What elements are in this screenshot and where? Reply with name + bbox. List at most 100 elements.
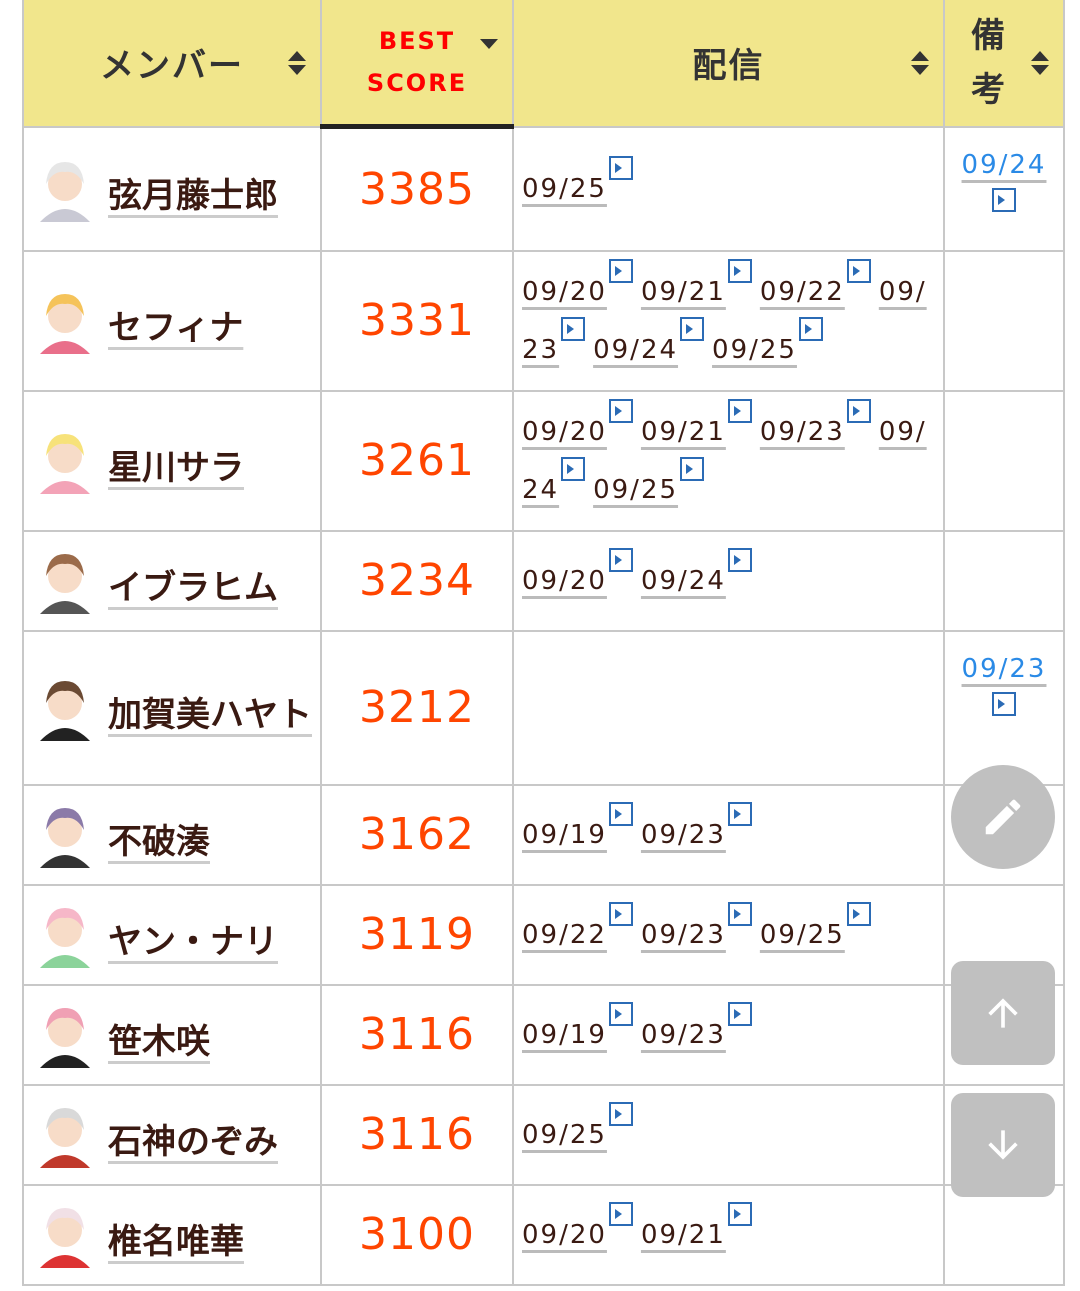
stream-date-link[interactable]: 09/20 [522, 417, 607, 447]
note-cell: 09/24 [943, 125, 1065, 252]
member-name-link[interactable]: 星川サラ [108, 442, 244, 494]
member-name-link[interactable]: イブラヒム [108, 562, 278, 614]
external-link-icon[interactable] [608, 547, 633, 572]
stream-date-link[interactable]: 09/19 [522, 1020, 607, 1050]
external-link-icon[interactable] [608, 901, 633, 926]
external-link-icon[interactable] [846, 398, 871, 423]
external-link-icon[interactable] [727, 801, 752, 826]
avatar [32, 155, 98, 222]
stream-date-link[interactable]: 09/25 [760, 920, 845, 950]
arrow-down-icon [988, 1130, 1018, 1160]
external-link-icon[interactable] [846, 901, 871, 926]
score-cell: 3331 [320, 249, 514, 392]
note-cell [943, 529, 1065, 632]
stream-cell: 09/20 09/24 [512, 529, 945, 632]
stream-date-link[interactable]: 09/19 [522, 820, 607, 850]
score-cell: 3261 [320, 389, 514, 532]
member-cell: セフィナ [22, 249, 322, 392]
external-link-icon[interactable] [608, 1101, 633, 1126]
external-link-icon[interactable] [680, 456, 705, 481]
stream-date-link[interactable]: 09/20 [522, 277, 607, 307]
external-link-icon[interactable] [608, 398, 633, 423]
stream-date-link[interactable]: 09/20 [522, 566, 607, 596]
external-link-icon[interactable] [727, 1001, 752, 1026]
member-name-link[interactable]: 弦月藤士郎 [108, 170, 278, 222]
external-link-icon[interactable] [846, 258, 871, 283]
stream-cell: 09/25 [512, 1083, 945, 1186]
member-cell: 不破湊 [22, 783, 322, 886]
external-link-icon[interactable] [727, 547, 752, 572]
stream-date-link[interactable]: 09/21 [641, 417, 726, 447]
score-cell: 3119 [320, 883, 514, 986]
stream-date-link[interactable]: 09/23 [760, 417, 845, 447]
stream-date-link[interactable]: 09/21 [641, 1220, 726, 1250]
stream-date-link[interactable]: 09/21 [641, 277, 726, 307]
external-link-icon[interactable] [992, 187, 1016, 212]
external-link-icon[interactable] [608, 258, 633, 283]
external-link-icon[interactable] [727, 398, 752, 423]
external-link-icon[interactable] [561, 316, 586, 341]
external-link-icon[interactable] [727, 901, 752, 926]
stream-date-link[interactable]: 09/25 [522, 1120, 607, 1150]
stream-date-link[interactable]: 09/24 [641, 566, 726, 596]
note-cell [943, 1183, 1065, 1286]
stream-cell: 09/20 09/21 09/22 09/23 09/24 09/25 [512, 249, 945, 392]
stream-date-link[interactable]: 09/24 [593, 335, 678, 365]
note-date-link[interactable]: 09/23 [962, 654, 1047, 684]
sort-icon[interactable] [1031, 50, 1049, 75]
table-row: セフィナ 3331 09/20 09/21 09/22 09/23 09/24 09/25 [22, 249, 1065, 392]
member-cell: 加賀美ハヤト [22, 629, 322, 786]
table-row: 椎名唯華 3100 09/20 09/21 [22, 1183, 1065, 1286]
sort-desc-icon[interactable] [480, 39, 498, 49]
external-link-icon[interactable] [608, 801, 633, 826]
stream-date-link[interactable]: 09/20 [522, 1220, 607, 1250]
member-name-link[interactable]: 笹木咲 [108, 1016, 210, 1068]
external-link-icon[interactable] [561, 456, 586, 481]
stream-cell: 09/20 09/21 09/23 09/24 09/25 [512, 389, 945, 532]
avatar [32, 801, 98, 868]
note-date-link[interactable]: 09/24 [962, 150, 1047, 180]
stream-date-link[interactable]: 09/23 [641, 1020, 726, 1050]
external-link-icon[interactable] [680, 316, 705, 341]
stream-cell: 09/19 09/23 [512, 783, 945, 886]
column-header-best-score[interactable]: BEST SCORE [320, 0, 514, 129]
edit-button[interactable] [951, 765, 1055, 869]
external-link-icon[interactable] [608, 155, 633, 180]
member-name-link[interactable]: 不破湊 [108, 816, 210, 868]
scroll-up-button[interactable] [951, 961, 1055, 1065]
stream-date-link[interactable]: 09/25 [522, 174, 607, 204]
stream-date-link[interactable]: 09/23 [641, 820, 726, 850]
avatar [32, 901, 98, 968]
column-header-note[interactable]: 備考 [943, 0, 1065, 128]
stream-header-label: 配信 [692, 46, 765, 87]
external-link-icon[interactable] [727, 1201, 752, 1226]
score-cell: 3212 [320, 629, 514, 786]
sort-icon[interactable] [911, 50, 929, 75]
stream-cell: 09/22 09/23 09/25 [512, 883, 945, 986]
member-header-label: メンバー [100, 46, 244, 87]
member-name-link[interactable]: ヤン・ナリ [108, 916, 278, 968]
avatar [32, 287, 98, 354]
external-link-icon[interactable] [798, 316, 823, 341]
stream-date-link[interactable]: 09/22 [760, 277, 845, 307]
table-row: 加賀美ハヤト 3212 09/23 [22, 629, 1065, 786]
note-header-label-1: 備 [971, 15, 1007, 56]
stream-date-link[interactable]: 09/23 [641, 920, 726, 950]
external-link-icon[interactable] [608, 1201, 633, 1226]
member-name-link[interactable]: 椎名唯華 [108, 1216, 244, 1268]
stream-date-link[interactable]: 09/22 [522, 920, 607, 950]
score-cell: 3116 [320, 983, 514, 1086]
scroll-down-button[interactable] [951, 1093, 1055, 1197]
stream-date-link[interactable]: 09/25 [593, 475, 678, 505]
column-header-stream[interactable]: 配信 [512, 0, 945, 128]
external-link-icon[interactable] [992, 691, 1016, 716]
stream-date-link[interactable]: 09/25 [712, 335, 797, 365]
member-name-link[interactable]: 加賀美ハヤト [108, 689, 312, 741]
member-name-link[interactable]: 石神のぞみ [108, 1116, 278, 1168]
column-header-member[interactable]: メンバー [22, 0, 322, 128]
external-link-icon[interactable] [727, 258, 752, 283]
external-link-icon[interactable] [608, 1001, 633, 1026]
note-cell: 09/23 [943, 629, 1065, 786]
member-name-link[interactable]: セフィナ [108, 302, 243, 354]
sort-icon[interactable] [288, 50, 306, 75]
